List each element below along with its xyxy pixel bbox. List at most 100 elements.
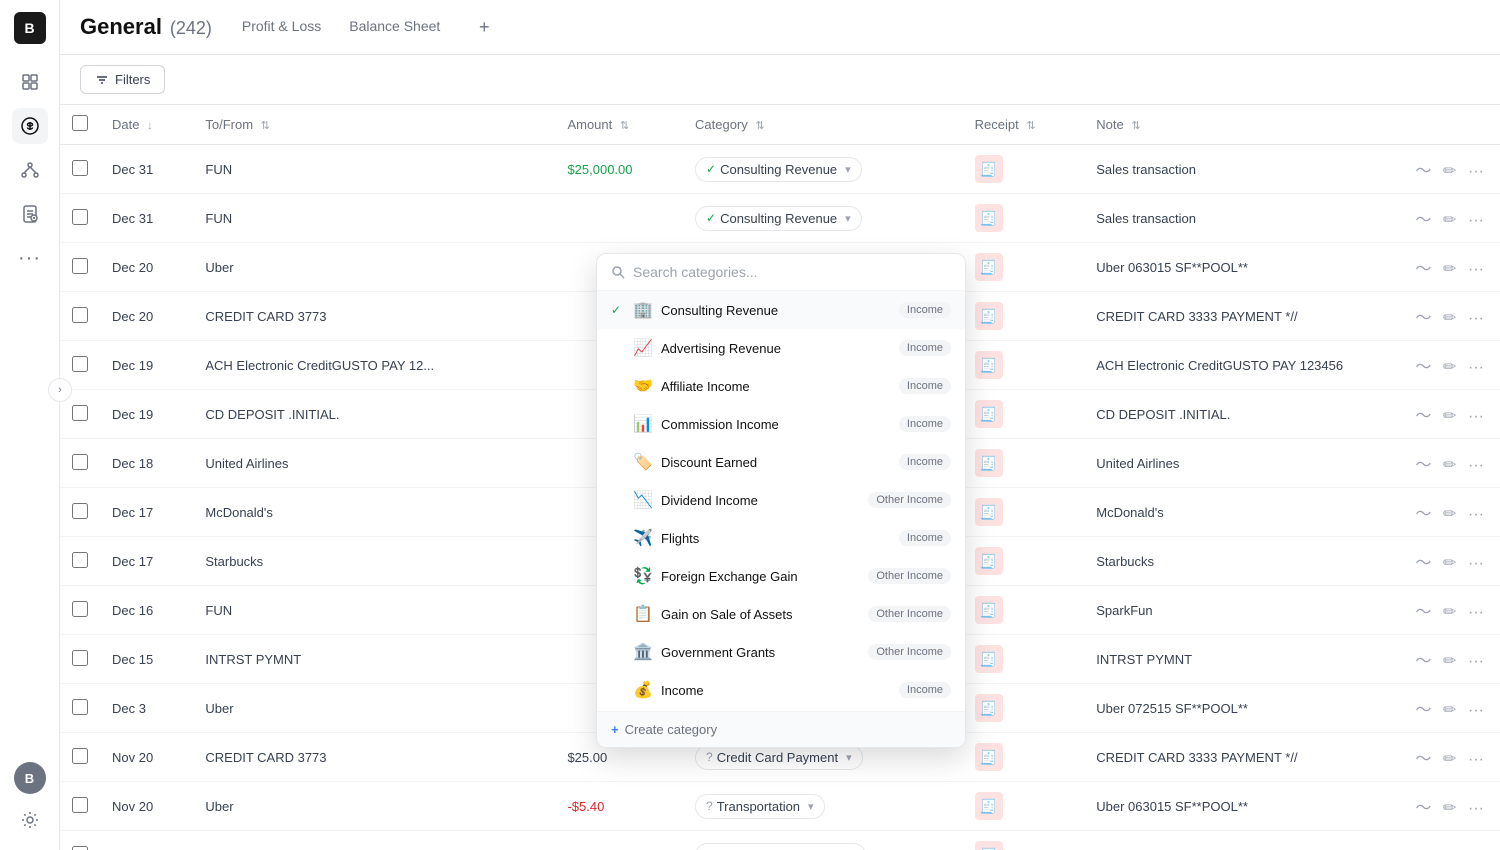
row-activity-icon[interactable]: 〜 — [1411, 700, 1435, 721]
row-edit-icon[interactable]: ✏ — [1439, 749, 1460, 770]
row-edit-icon[interactable]: ✏ — [1439, 553, 1460, 574]
row-more-icon[interactable]: ··· — [1464, 700, 1488, 721]
receipt-button[interactable]: 🧾 — [975, 302, 1003, 330]
row-edit-icon[interactable]: ✏ — [1439, 210, 1460, 231]
sidebar-collapse-button[interactable]: › — [48, 378, 72, 402]
sidebar-icon-network[interactable] — [12, 152, 48, 188]
category-pill[interactable]: ✓ Consulting Revenue ▾ — [695, 157, 862, 182]
receipt-button[interactable]: 🧾 — [975, 498, 1003, 526]
row-checkbox[interactable] — [72, 748, 88, 764]
receipt-button[interactable]: 🧾 — [975, 449, 1003, 477]
row-activity-icon[interactable]: 〜 — [1411, 553, 1435, 574]
receipt-button[interactable]: 🧾 — [975, 645, 1003, 673]
category-pill[interactable]: ? General Merchandise ▾ — [695, 843, 866, 850]
dropdown-item-foreign-exchange-gain[interactable]: 💱 Foreign Exchange Gain Other Income — [597, 557, 965, 595]
row-edit-icon[interactable]: ✏ — [1439, 700, 1460, 721]
avatar[interactable]: B — [14, 762, 46, 794]
row-checkbox[interactable] — [72, 258, 88, 274]
row-more-icon[interactable]: ··· — [1464, 553, 1488, 574]
dropdown-item-discount-earned[interactable]: 🏷️ Discount Earned Income — [597, 443, 965, 481]
add-tab-button[interactable]: + — [470, 13, 498, 41]
row-checkbox[interactable] — [72, 650, 88, 666]
row-more-icon[interactable]: ··· — [1464, 357, 1488, 378]
row-more-icon[interactable]: ··· — [1464, 210, 1488, 231]
row-activity-icon[interactable]: 〜 — [1411, 455, 1435, 476]
receipt-button[interactable]: 🧾 — [975, 841, 1003, 850]
dropdown-item-affiliate-income[interactable]: 🤝 Affiliate Income Income — [597, 367, 965, 405]
row-edit-icon[interactable]: ✏ — [1439, 308, 1460, 329]
row-checkbox[interactable] — [72, 552, 88, 568]
dropdown-item-income[interactable]: 💰 Income Income — [597, 671, 965, 709]
row-edit-icon[interactable]: ✏ — [1439, 602, 1460, 623]
receipt-button[interactable]: 🧾 — [975, 253, 1003, 281]
category-pill[interactable]: ✓ Consulting Revenue ▾ — [695, 206, 862, 231]
row-activity-icon[interactable]: 〜 — [1411, 406, 1435, 427]
row-activity-icon[interactable]: 〜 — [1411, 357, 1435, 378]
row-more-icon[interactable]: ··· — [1464, 259, 1488, 280]
filter-button[interactable]: Filters — [80, 65, 165, 94]
category-sort-icon[interactable]: ⇅ — [755, 120, 764, 132]
receipt-button[interactable]: 🧾 — [975, 596, 1003, 624]
row-edit-icon[interactable]: ✏ — [1439, 798, 1460, 819]
row-checkbox[interactable] — [72, 405, 88, 421]
row-activity-icon[interactable]: 〜 — [1411, 749, 1435, 770]
row-checkbox[interactable] — [72, 797, 88, 813]
row-checkbox[interactable] — [72, 160, 88, 176]
row-checkbox[interactable] — [72, 356, 88, 372]
row-edit-icon[interactable]: ✏ — [1439, 406, 1460, 427]
note-sort-icon[interactable]: ⇅ — [1131, 120, 1140, 132]
sidebar-icon-dollar[interactable] — [12, 108, 48, 144]
row-checkbox[interactable] — [72, 601, 88, 617]
date-sort-icon[interactable]: ↓ — [147, 120, 153, 132]
create-category-button[interactable]: + Create category — [597, 711, 965, 747]
row-more-icon[interactable]: ··· — [1464, 798, 1488, 819]
row-activity-icon[interactable]: 〜 — [1411, 259, 1435, 280]
row-activity-icon[interactable]: 〜 — [1411, 504, 1435, 525]
row-edit-icon[interactable]: ✏ — [1439, 161, 1460, 182]
row-edit-icon[interactable]: ✏ — [1439, 259, 1460, 280]
sidebar-icon-document[interactable] — [12, 196, 48, 232]
row-edit-icon[interactable]: ✏ — [1439, 504, 1460, 525]
row-edit-icon[interactable]: ✏ — [1439, 357, 1460, 378]
category-search-input[interactable] — [633, 264, 951, 280]
row-more-icon[interactable]: ··· — [1464, 308, 1488, 329]
sidebar-icon-grid[interactable] — [12, 64, 48, 100]
tofrom-sort-icon[interactable]: ⇅ — [261, 120, 270, 132]
amount-sort-icon[interactable]: ⇅ — [620, 120, 629, 132]
row-more-icon[interactable]: ··· — [1464, 504, 1488, 525]
receipt-button[interactable]: 🧾 — [975, 155, 1003, 183]
category-pill[interactable]: ? Transportation ▾ — [695, 794, 825, 819]
sidebar-icon-settings[interactable] — [12, 802, 48, 838]
row-checkbox[interactable] — [72, 699, 88, 715]
category-pill[interactable]: ? Credit Card Payment ▾ — [695, 745, 863, 770]
receipt-button[interactable]: 🧾 — [975, 694, 1003, 722]
receipt-button[interactable]: 🧾 — [975, 204, 1003, 232]
row-edit-icon[interactable]: ✏ — [1439, 651, 1460, 672]
row-activity-icon[interactable]: 〜 — [1411, 210, 1435, 231]
row-more-icon[interactable]: ··· — [1464, 651, 1488, 672]
receipt-button[interactable]: 🧾 — [975, 547, 1003, 575]
dropdown-item-dividend-income[interactable]: 📉 Dividend Income Other Income — [597, 481, 965, 519]
row-more-icon[interactable]: ··· — [1464, 455, 1488, 476]
row-more-icon[interactable]: ··· — [1464, 406, 1488, 427]
sidebar-icon-more[interactable]: ··· — [12, 240, 48, 276]
dropdown-item-consulting-revenue[interactable]: ✓ 🏢 Consulting Revenue Income — [597, 291, 965, 329]
row-checkbox[interactable] — [72, 503, 88, 519]
dropdown-item-government-grants[interactable]: 🏛️ Government Grants Other Income — [597, 633, 965, 671]
row-checkbox[interactable] — [72, 846, 88, 850]
row-more-icon[interactable]: ··· — [1464, 602, 1488, 623]
receipt-button[interactable]: 🧾 — [975, 400, 1003, 428]
select-all-checkbox[interactable] — [72, 115, 88, 131]
dropdown-item-commission-income[interactable]: 📊 Commission Income Income — [597, 405, 965, 443]
tab-balance-sheet[interactable]: Balance Sheet — [335, 12, 454, 42]
row-activity-icon[interactable]: 〜 — [1411, 798, 1435, 819]
row-activity-icon[interactable]: 〜 — [1411, 161, 1435, 182]
row-more-icon[interactable]: ··· — [1464, 161, 1488, 182]
receipt-button[interactable]: 🧾 — [975, 743, 1003, 771]
row-activity-icon[interactable]: 〜 — [1411, 651, 1435, 672]
row-activity-icon[interactable]: 〜 — [1411, 602, 1435, 623]
row-edit-icon[interactable]: ✏ — [1439, 455, 1460, 476]
dropdown-item-advertising-revenue[interactable]: 📈 Advertising Revenue Income — [597, 329, 965, 367]
row-checkbox[interactable] — [72, 454, 88, 470]
receipt-button[interactable]: 🧾 — [975, 351, 1003, 379]
